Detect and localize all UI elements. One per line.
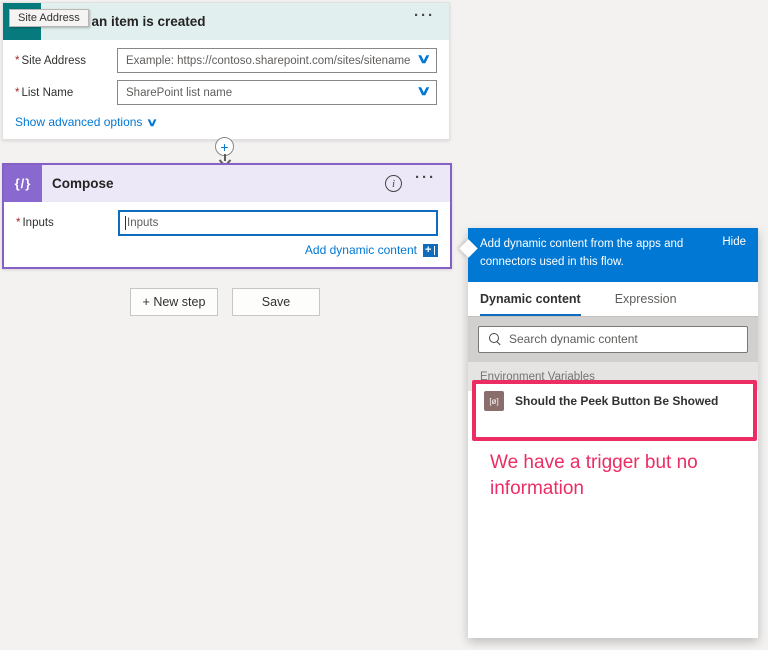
info-icon[interactable]: i [385,175,402,192]
compose-card: {/} Compose i ··· *Inputs Add dynamic co… [2,163,452,269]
required-mark: * [15,87,19,99]
add-dynamic-content-link[interactable]: Add dynamic content [305,243,417,257]
annotation-text: We have a trigger but no information [490,450,735,501]
dynamic-content-item[interactable]: [ø] Should the Peek Button Be Showed [476,384,753,418]
search-input[interactable] [509,332,747,346]
show-advanced-options-link[interactable]: Show advanced options∨ [15,115,437,129]
site-address-tooltip: Site Address [9,9,89,27]
save-button[interactable]: Save [232,288,320,316]
tab-dynamic-content[interactable]: Dynamic content [480,292,581,316]
inputs-label: *Inputs [16,217,118,229]
dynamic-content-item-label: Should the Peek Button Be Showed [515,394,718,408]
chevron-down-icon: ∨ [146,116,158,129]
search-box[interactable] [478,326,748,353]
compose-card-header[interactable]: {/} Compose i ··· [4,165,450,202]
flow-designer-canvas: When an item is created ··· *Site Addres… [0,0,768,650]
text-caret [125,216,126,230]
trigger-card: When an item is created ··· *Site Addres… [2,2,450,140]
environment-variable-icon: [ø] [484,391,504,411]
compose-icon: {/} [4,165,42,202]
panel-header: Add dynamic content from the apps and co… [468,228,758,282]
search-icon [489,333,501,345]
highlight-box: [ø] Should the Peek Button Be Showed [472,380,757,441]
panel-header-text: Add dynamic content from the apps and co… [480,236,695,272]
list-name-combobox[interactable]: ∨ [117,80,437,105]
site-address-input[interactable] [117,48,437,73]
search-strip [468,316,758,362]
list-name-label: *List Name [15,87,117,99]
tab-expression[interactable]: Expression [615,292,677,316]
chevron-down-icon[interactable]: ∨ [417,83,432,99]
new-step-button[interactable]: + New step [130,288,218,316]
inputs-field-wrap [118,210,438,236]
site-address-label: *Site Address [15,55,117,67]
inputs-input[interactable] [118,210,438,236]
dynamic-content-panel: Add dynamic content from the apps and co… [468,228,758,638]
required-mark: * [16,217,20,229]
plus-icon: + [220,139,228,155]
chevron-down-icon[interactable]: ∨ [417,51,432,67]
panel-tabs: Dynamic content Expression [468,282,758,316]
hide-button[interactable]: Hide [722,236,746,272]
compose-title: Compose [52,176,114,191]
add-dynamic-content-icon[interactable]: + [423,244,438,257]
more-options-icon[interactable]: ··· [414,7,435,24]
required-mark: * [15,55,19,67]
more-options-icon[interactable]: ··· [415,169,436,186]
site-address-combobox[interactable]: ∨ [117,48,437,73]
list-name-input[interactable] [117,80,437,105]
